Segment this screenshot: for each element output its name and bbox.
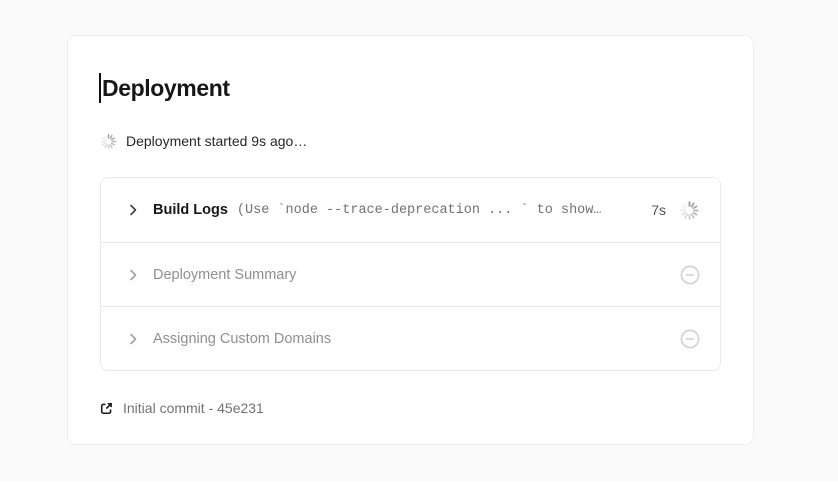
chevron-right-icon (125, 267, 141, 283)
step-label: Assigning Custom Domains (153, 331, 331, 347)
step-meta (680, 265, 700, 285)
step-meta (680, 329, 700, 349)
chevron-right-icon (125, 202, 141, 218)
page-title-text: Deployment (102, 75, 230, 101)
step-row-assigning-custom-domains[interactable]: Assigning Custom Domains (101, 306, 720, 370)
chevron-right-icon (125, 331, 141, 347)
circle-minus-icon (680, 329, 700, 349)
step-row-build-logs[interactable]: Build Logs (Use `node --trace-deprecatio… (101, 178, 720, 242)
step-meta: 7s (651, 200, 700, 221)
spinner-icon (100, 133, 117, 150)
commit-link[interactable]: Initial commit - 45e231 (100, 398, 721, 418)
status-text: Deployment started 9s ago… (126, 133, 307, 149)
page-title: Deployment (100, 73, 721, 103)
commit-text: Initial commit - 45e231 (123, 400, 264, 416)
page-background: Deployment Deployment started 9s ago… Bu… (0, 0, 838, 481)
external-link-icon (100, 402, 113, 415)
spinner-icon (679, 200, 700, 221)
text-caret (99, 73, 101, 103)
step-row-deployment-summary[interactable]: Deployment Summary (101, 242, 720, 306)
step-label: Build Logs (153, 202, 228, 218)
deployment-card: Deployment Deployment started 9s ago… Bu… (67, 35, 754, 445)
step-detail: (Use `node --trace-deprecation ... ` to … (237, 203, 651, 218)
step-label: Deployment Summary (153, 267, 296, 283)
deployment-status: Deployment started 9s ago… (100, 131, 721, 151)
circle-minus-icon (680, 265, 700, 285)
step-duration: 7s (651, 202, 666, 218)
deployment-steps: Build Logs (Use `node --trace-deprecatio… (100, 177, 721, 371)
